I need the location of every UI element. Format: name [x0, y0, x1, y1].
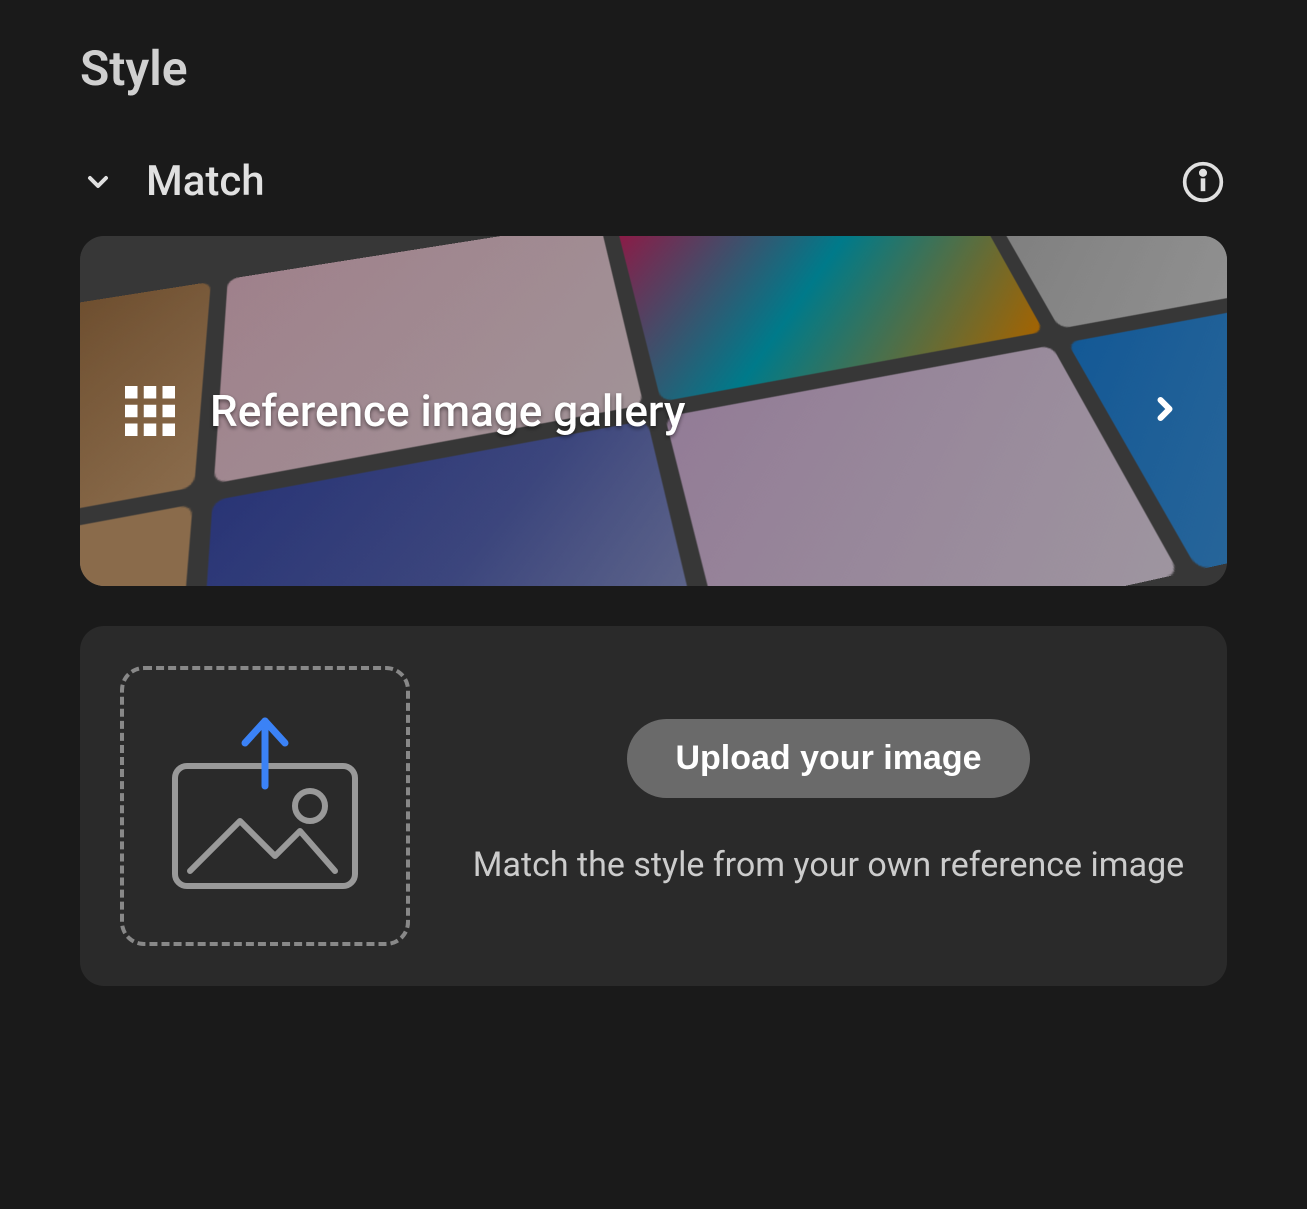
chevron-down-icon[interactable]: [80, 164, 116, 200]
upload-button[interactable]: Upload your image: [627, 719, 1029, 798]
reference-gallery-card[interactable]: Reference image gallery: [80, 236, 1227, 586]
gallery-overlay: Reference image gallery: [80, 236, 1227, 586]
upload-dropzone[interactable]: [120, 666, 410, 946]
upload-card: Upload your image Match the style from y…: [80, 626, 1227, 986]
upload-description: Match the style from your own reference …: [473, 838, 1184, 892]
gallery-title: Reference image gallery: [210, 385, 1117, 437]
style-panel: Style Match: [80, 40, 1227, 986]
match-header-left: Match: [80, 157, 265, 206]
section-title: Style: [80, 40, 1227, 97]
upload-right: Upload your image Match the style from y…: [470, 719, 1187, 892]
upload-image-icon: [160, 711, 370, 901]
info-icon[interactable]: [1179, 158, 1227, 206]
grid-icon: [120, 381, 180, 441]
chevron-right-icon: [1147, 391, 1187, 431]
match-header: Match: [80, 157, 1227, 206]
match-label: Match: [146, 157, 265, 206]
